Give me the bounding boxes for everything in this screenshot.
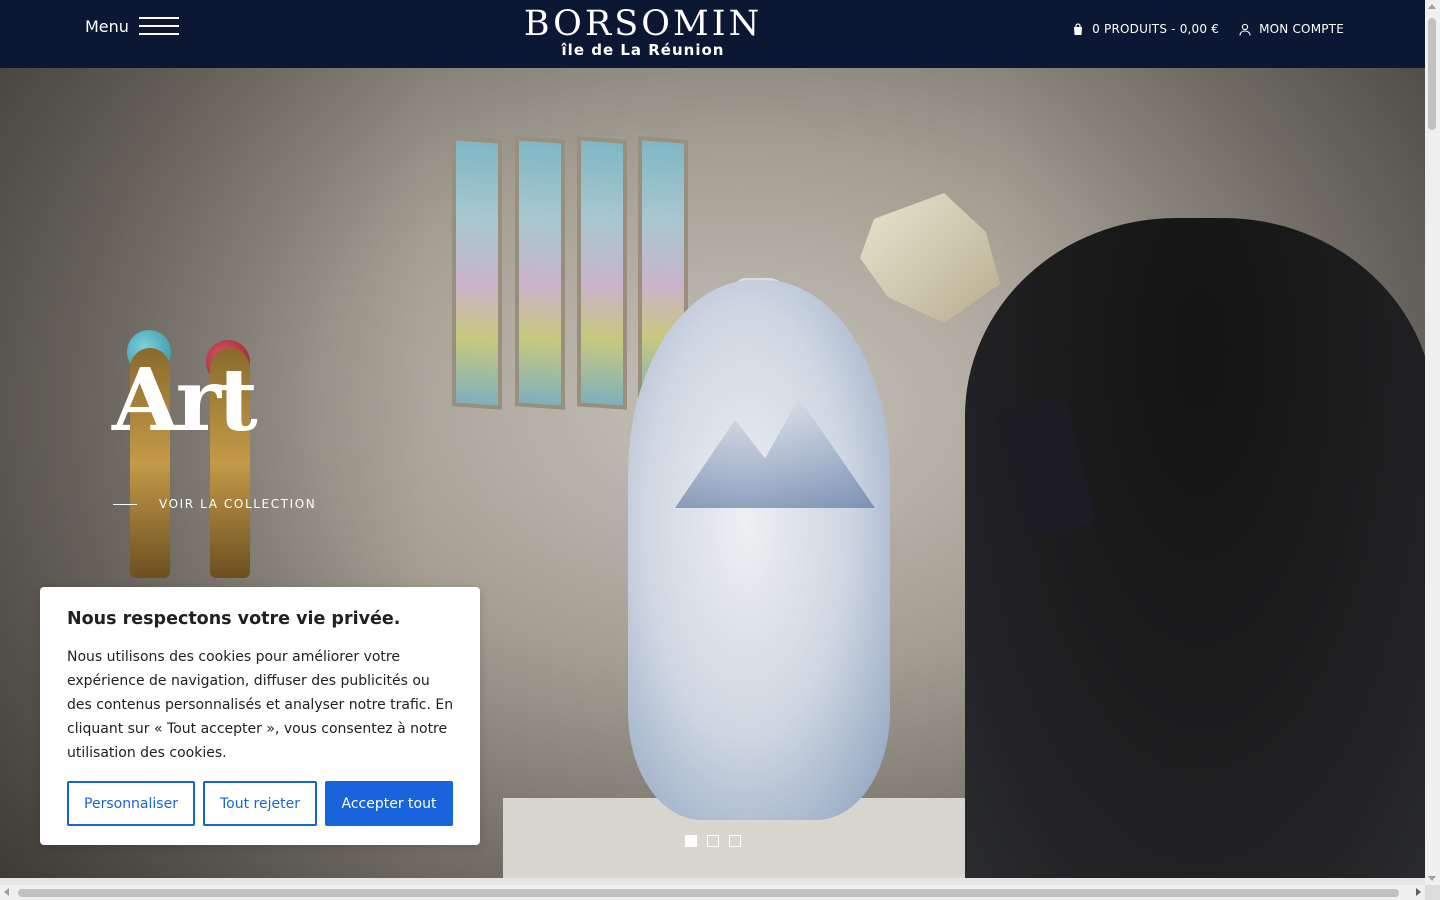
painting-panel [515,136,565,410]
visitor-figure [965,218,1425,878]
scroll-up-icon[interactable] [1428,4,1436,9]
painting-panel [577,136,627,410]
accept-all-button[interactable]: Accepter tout [325,781,453,826]
header-actions: 0 PRODUITS - 0,00 € MON COMPTE [1072,22,1344,36]
painting-panel [452,136,502,410]
logo-subtitle: île de La Réunion [561,41,725,59]
account-label: MON COMPTE [1259,22,1344,36]
site-logo[interactable]: BORSOMIN île de La Réunion [512,6,774,58]
vertical-scrollbar[interactable] [1425,0,1440,885]
scrollbar-corner [1425,885,1440,900]
customize-button[interactable]: Personnaliser [67,781,195,826]
cookie-title: Nous respectons votre vie privée. [67,609,401,629]
slide-dot-2[interactable] [707,835,719,847]
cookie-actions: Personnaliser Tout rejeter Accepter tout [67,781,453,826]
reject-all-button[interactable]: Tout rejeter [203,781,317,826]
porcelain-vase [628,280,890,820]
cookie-banner: Nous respectons votre vie privée. Nous u… [40,587,480,845]
shopping-bag-icon [1074,22,1083,35]
scroll-right-icon[interactable] [1416,888,1421,896]
horizontal-scrollbar[interactable] [0,885,1425,900]
cta-label: VOIR LA COLLECTION [159,497,317,511]
logo-title: BORSOMIN [523,4,763,44]
vertical-scroll-thumb[interactable] [1428,18,1436,130]
cart-link[interactable]: 0 PRODUITS - 0,00 € [1072,22,1219,36]
menu-label: Menu [85,16,129,36]
slide-dot-1[interactable] [685,835,697,847]
cart-label: 0 PRODUITS - 0,00 € [1092,22,1220,36]
account-link[interactable]: MON COMPTE [1239,22,1344,36]
menu-toggle[interactable]: Menu [85,14,179,38]
collection-cta[interactable]: VOIR LA COLLECTION [113,497,316,511]
cta-line [113,503,137,505]
slider-pagination [685,835,741,847]
cookie-text: Nous utilisons des cookies pour améliore… [67,649,454,761]
hero-title: Art [112,350,258,451]
scroll-left-icon[interactable] [4,888,9,896]
scroll-down-icon[interactable] [1428,876,1436,881]
site-header: Menu BORSOMIN île de La Réunion 0 PRODUI… [0,0,1425,68]
slide-dot-3[interactable] [729,835,741,847]
user-icon [1239,23,1251,36]
hamburger-icon [138,14,179,38]
horizontal-scroll-thumb[interactable] [18,889,1399,897]
